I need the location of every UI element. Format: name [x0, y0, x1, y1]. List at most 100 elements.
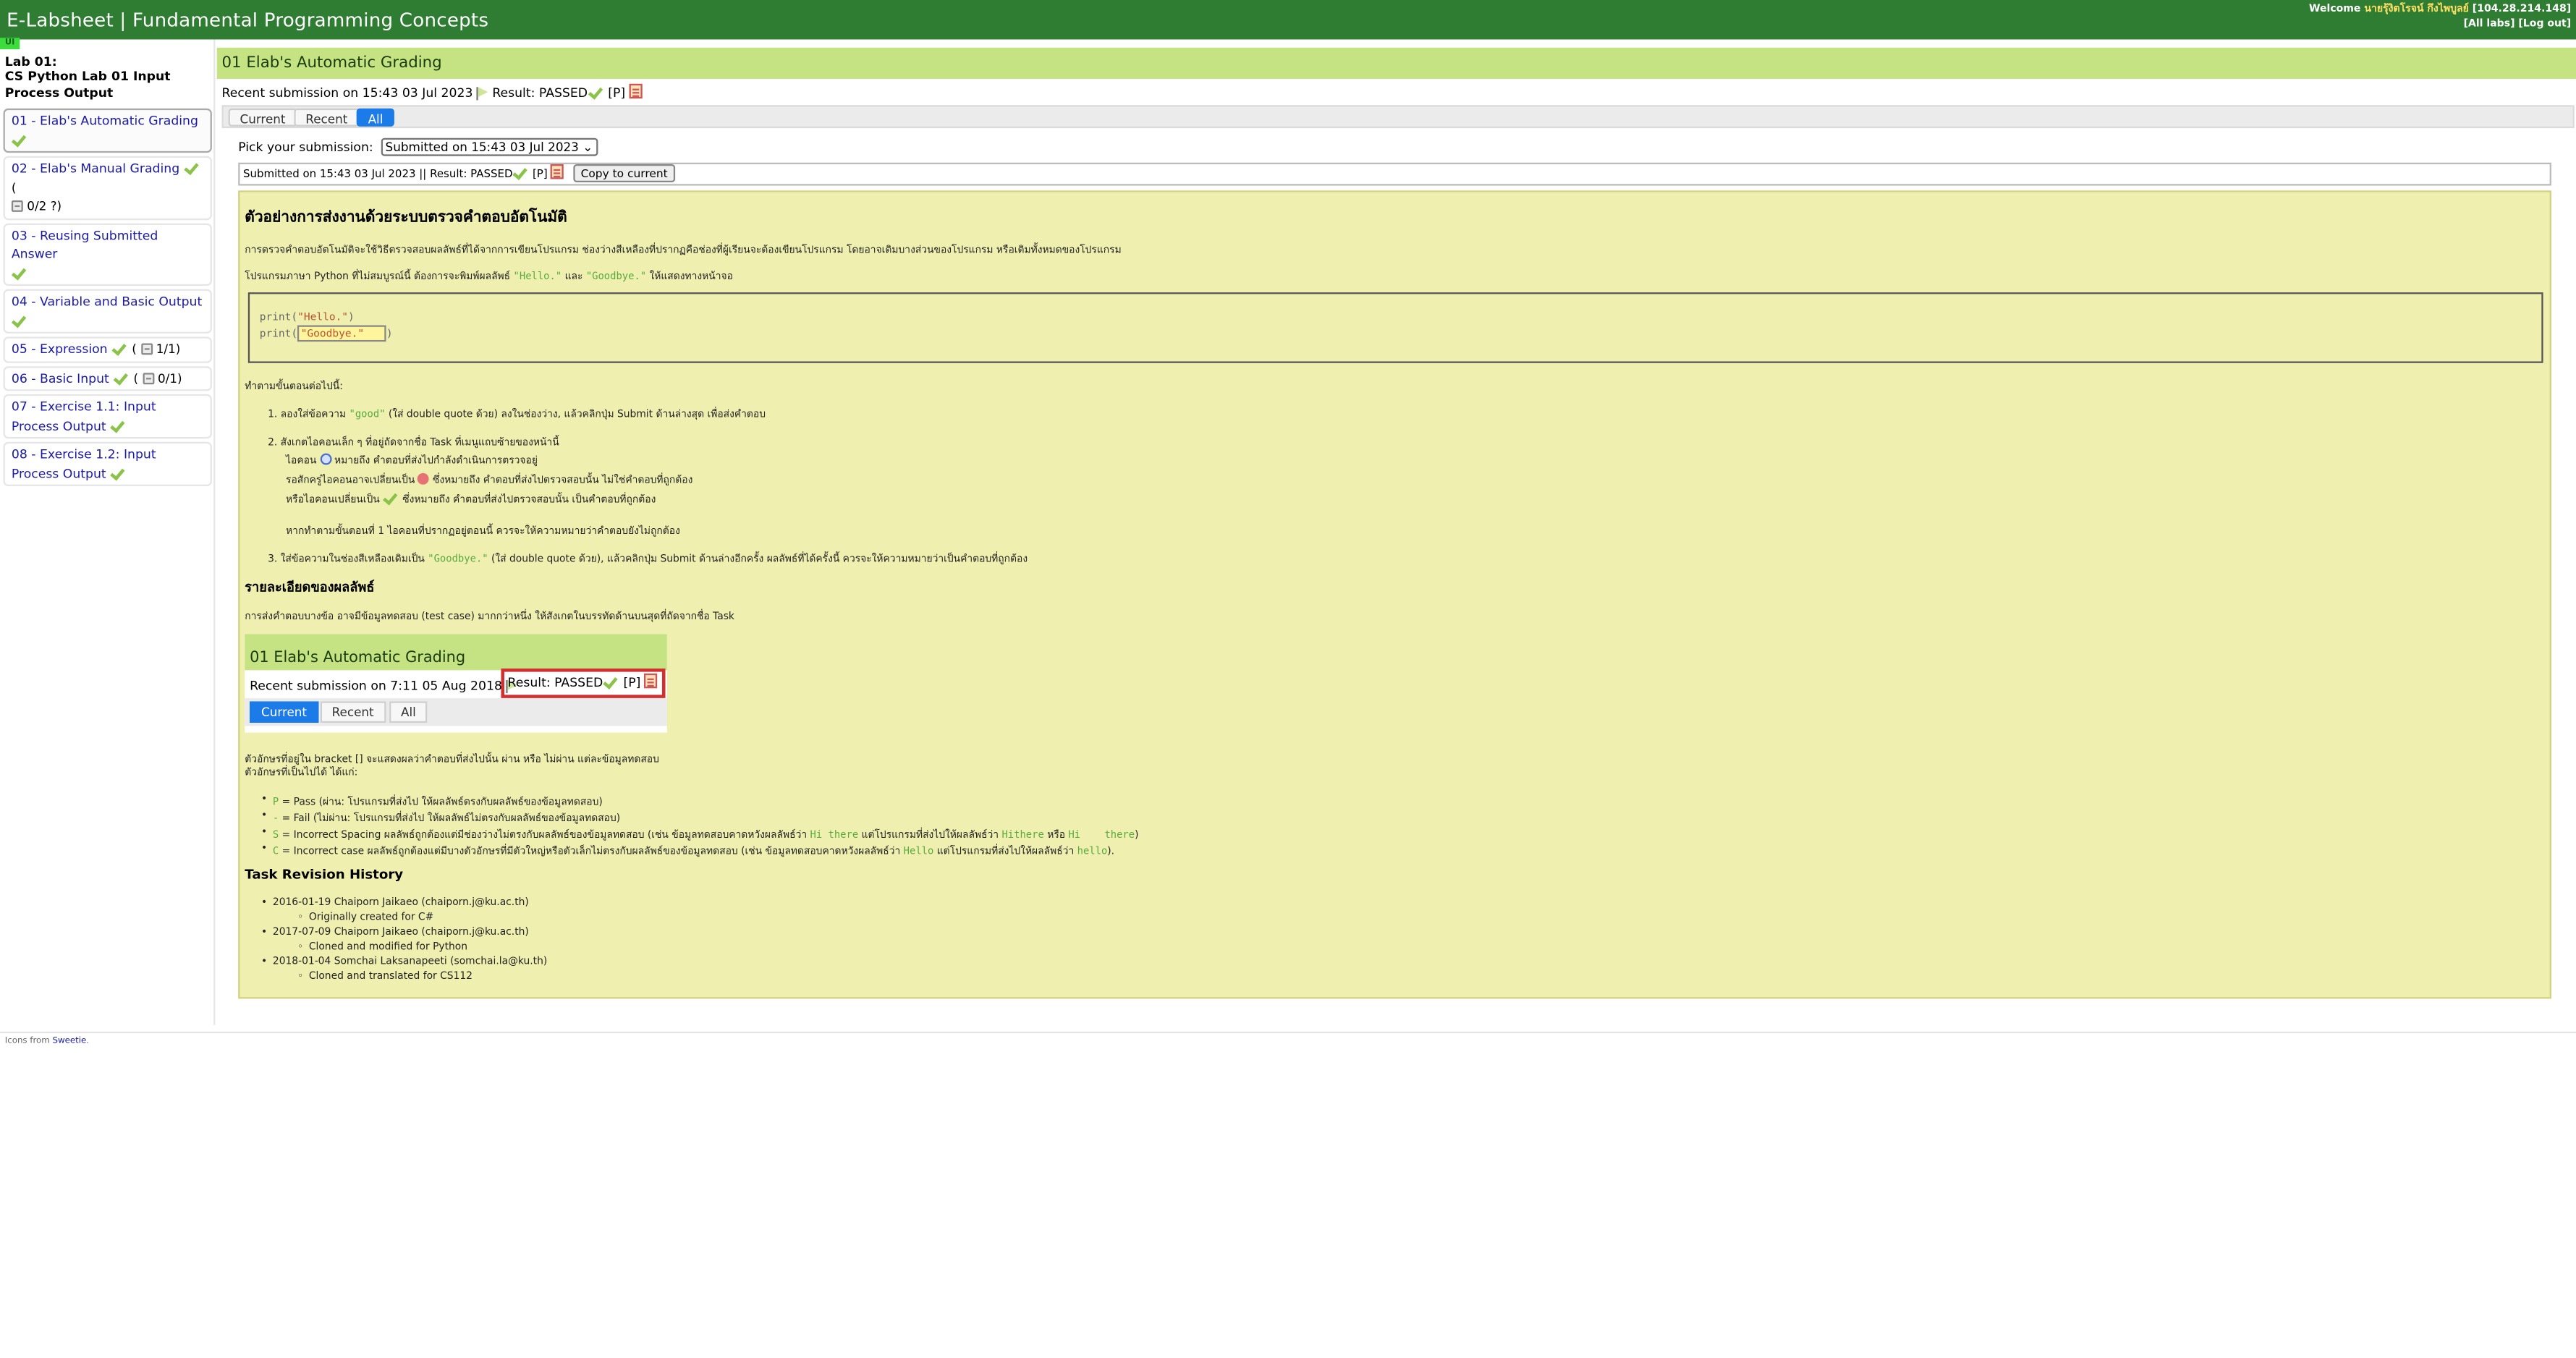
failed-icon [418, 472, 430, 485]
legend-code: - [272, 812, 279, 825]
sidebar-task-01[interactable]: 01 - Elab's Automatic Grading [3, 108, 212, 153]
welcome-label: Welcome [2308, 3, 2361, 15]
notes-icon[interactable] [551, 164, 564, 179]
copy-to-current-button[interactable]: Copy to current [572, 164, 677, 183]
lab-title: Lab 01: CS Python Lab 01 Input Process O… [5, 54, 212, 101]
step-3: 3. ใส่ข้อความในช่องสีเหลืองเดิมเป็น "Goo… [268, 551, 1028, 567]
code-line-1: print("Hello.") [260, 310, 355, 323]
step-2-b-pre: รอสักครู่ไอคอนอาจเปลี่ยนเป็น [286, 475, 415, 487]
task-score: 0/1) [157, 370, 182, 386]
sidebar-task-07[interactable]: 07 - Exercise 1.1: Input Process Output [3, 394, 212, 439]
legend-example: Hello [903, 846, 934, 858]
sidebar-task-05[interactable]: 05 - Expression ( 1/1) [3, 336, 212, 362]
task-label: 06 - Basic Input [11, 370, 109, 386]
footer-credit: Icons from Sweetie. [5, 1037, 89, 1047]
check-icon [12, 266, 28, 279]
history-entry: 2018-01-04 Somchai Laksanapeeti (somchai… [261, 956, 547, 967]
step-2-a-pre: ไอคอน [286, 454, 317, 467]
code-line-2: print("Goodbye." ) [260, 325, 393, 342]
sidebar-task-06[interactable]: 06 - Basic Input ( 0/1) [3, 365, 212, 391]
details-text: การส่งคำตอบบางข้อ อาจมีข้อมูลทดสอบ (test… [245, 611, 734, 623]
submission-select[interactable]: Submitted on 15:43 03 Jul 2023 ⌄ [380, 137, 598, 156]
legend-pass: P = Pass (ผ่าน: โปรแกรมที่ส่งไป ให้ผลลัพ… [261, 794, 603, 810]
user-name: นายรุ้งิตโรจน์ กึงไพบูลย์ [2364, 3, 2469, 15]
tab-all[interactable]: All [356, 108, 395, 127]
sample-result-label: Result: PASSED [507, 675, 603, 690]
notes-icon[interactable] [629, 83, 643, 99]
tab-recent[interactable]: Recent [294, 108, 360, 127]
submitted-line: Submitted on 15:43 03 Jul 2023 || Result… [243, 167, 513, 181]
step-2-a-post: หมายถึง คำตอบที่ส่งไปกำลังดำเนินการตรวจอ… [334, 454, 538, 467]
sample-tab-current: Current [250, 701, 318, 723]
recent-submission-line: Recent submission on 15:43 03 Jul 2023 R… [222, 83, 643, 102]
pick-label: Pick your submission: [238, 139, 373, 155]
check-icon [113, 370, 130, 383]
task-label: 04 - Variable and Basic Output [11, 294, 203, 309]
details-heading: รายละเอียดของผลลัพธ์ [245, 580, 375, 595]
step-1-pre: 1. ลองใส่ข้อความ [268, 409, 347, 421]
task-label: 07 - Exercise 1.1: Input Process Output [11, 399, 156, 433]
check-icon [110, 418, 127, 431]
code-token: print( [259, 310, 298, 324]
all-labs-link[interactable]: [All labs] [2464, 17, 2515, 29]
legend-code: P [272, 797, 279, 809]
check-icon [12, 132, 28, 145]
pick-submission-row: Pick your submission: Submitted on 15:43… [238, 137, 598, 158]
processing-icon [319, 453, 331, 465]
answer-blank-input[interactable]: "Goodbye." [297, 325, 386, 342]
steps-intro: ทำตามขั้นตอนต่อไปนี้: [245, 381, 343, 393]
check-icon [12, 313, 28, 326]
check-icon [184, 161, 200, 174]
history-note: Cloned and translated for CS112 [297, 971, 473, 983]
tab-current[interactable]: Current [228, 108, 297, 127]
result-code: [P] [532, 167, 548, 181]
legend-example: Hi there [810, 829, 859, 841]
content-heading: ตัวอย่างการส่งงานด้วยระบบตรวจคำตอบอัตโนม… [245, 208, 567, 227]
task-title: 01 Elab's Automatic Grading [221, 54, 442, 72]
legend-text: หรือ [1047, 829, 1066, 841]
sidebar-task-08[interactable]: 08 - Exercise 1.2: Input Process Output [3, 441, 212, 487]
check-icon [588, 85, 604, 98]
legend-text: = Incorrect Spacing ผลลัพธ์ถูกต้องแต่มีช… [281, 829, 808, 841]
submission-select-value: Submitted on 15:43 03 Jul 2023 [385, 139, 579, 155]
submission-tabs: Current Recent All [221, 105, 2575, 129]
sample-screenshot: 01 Elab's Automatic Grading Recent submi… [245, 634, 667, 733]
check-icon [111, 341, 128, 355]
legend-text: แต่โปรแกรมที่ส่งไปให้ผลลัพธ์ว่า [936, 846, 1075, 858]
sidebar: Lab 01: CS Python Lab 01 Input Process O… [0, 39, 216, 1025]
legend-fail: - = Fail (ไม่ผ่าน: โปรแกรมที่ส่งไป ให้ผล… [261, 810, 620, 826]
submission-info-bar: Submitted on 15:43 03 Jul 2023 || Result… [238, 162, 2551, 186]
intro-text: การตรวจคำตอบอัตโนมัติจะใช้วิธีตรวจสอบผลล… [245, 245, 1122, 257]
sidebar-task-03[interactable]: 03 - Reusing Submitted Answer [3, 222, 212, 287]
task-label: 05 - Expression [11, 341, 108, 357]
notes-icon [644, 673, 658, 689]
user-info: Welcome นายรุ้งิตโรจน์ กึงไพบูลย์ [104.2… [2309, 4, 2571, 32]
legend-text: ). [1107, 846, 1115, 858]
check-icon [383, 491, 399, 504]
check-icon [603, 675, 619, 688]
sidebar-task-02[interactable]: 02 - Elab's Manual Grading ( 0/2 ?) [3, 156, 212, 220]
footer-dot: . [86, 1036, 90, 1047]
logout-link[interactable]: [Log out] [2518, 17, 2571, 29]
step-1-code: "good" [349, 409, 386, 421]
program-post: ให้แสดงทางหน้าจอ [649, 271, 733, 283]
step-3-pre: 3. ใส่ข้อความในช่องสีเหลืองเดิมเป็น [268, 553, 425, 566]
task-score: 1/1) [156, 341, 181, 357]
legend-text: แต่โปรแกรมที่ส่งไปให้ผลลัพธ์ว่า [861, 829, 999, 841]
legend-example: Hithere [1001, 829, 1044, 841]
pending-review-icon [142, 372, 154, 384]
bracket-note-2: ตัวอักษรที่เป็นไปได้ ได้แก่: [245, 767, 358, 779]
step-2: 2. สังเกตไอคอนเล็ก ๆ ที่อยู่ถัดจากชื่อ T… [268, 436, 559, 449]
program-description: โปรแกรมภาษา Python ที่ไม่สมบูรณ์นี้ ต้อง… [245, 268, 733, 284]
step-3-post: (ใส่ double quote ด้วย), แล้วคลิกปุ่ม Su… [491, 553, 1028, 566]
program-goodbye: "Goodbye." [585, 271, 647, 283]
sidebar-task-04[interactable]: 04 - Variable and Basic Output [3, 289, 212, 334]
sample-title: 01 Elab's Automatic Grading [250, 648, 466, 667]
sample-tab-recent: Recent [320, 701, 386, 723]
task-content: ตัวอย่างการส่งงานด้วยระบบตรวจคำตอบอัตโนม… [238, 190, 2551, 999]
sample-result-code: [P] [623, 675, 641, 690]
step-2-a: ไอคอน หมายถึง คำตอบที่ส่งไปกำลังดำเนินกา… [286, 451, 538, 468]
program-hello: "Hello." [513, 271, 562, 283]
sweetie-link[interactable]: Sweetie [53, 1037, 87, 1047]
step-1: 1. ลองใส่ข้อความ "good" (ใส่ double quot… [268, 406, 766, 423]
